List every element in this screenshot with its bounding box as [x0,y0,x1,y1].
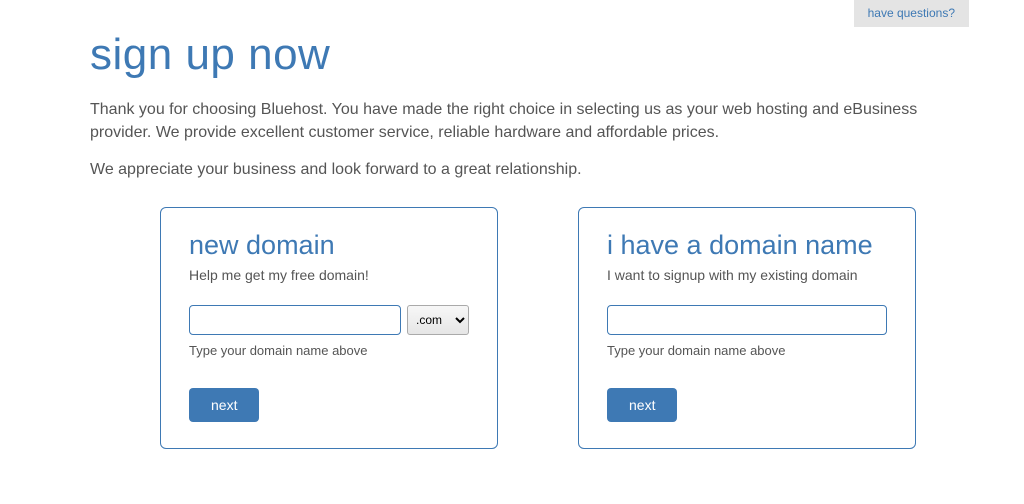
have-domain-input[interactable] [607,305,887,335]
have-domain-next-button[interactable]: next [607,388,677,422]
intro-paragraph-2: We appreciate your business and look for… [90,158,934,181]
tld-select[interactable]: .com [407,305,469,335]
new-domain-title: new domain [189,230,469,261]
page-title: sign up now [90,30,934,80]
signup-cards: new domain Help me get my free domain! .… [90,207,934,449]
have-domain-title: i have a domain name [607,230,887,261]
main-content: sign up now Thank you for choosing Blueh… [0,0,1024,449]
have-domain-hint: Type your domain name above [607,343,887,358]
new-domain-hint: Type your domain name above [189,343,469,358]
have-domain-input-row [607,305,887,335]
new-domain-input[interactable] [189,305,401,335]
intro-paragraph-1: Thank you for choosing Bluehost. You hav… [90,98,934,144]
new-domain-input-row: .com [189,305,469,335]
new-domain-card: new domain Help me get my free domain! .… [160,207,498,449]
have-questions-tab[interactable]: have questions? [854,0,969,27]
have-domain-subtitle: I want to signup with my existing domain [607,267,887,283]
have-domain-card: i have a domain name I want to signup wi… [578,207,916,449]
new-domain-subtitle: Help me get my free domain! [189,267,469,283]
new-domain-next-button[interactable]: next [189,388,259,422]
